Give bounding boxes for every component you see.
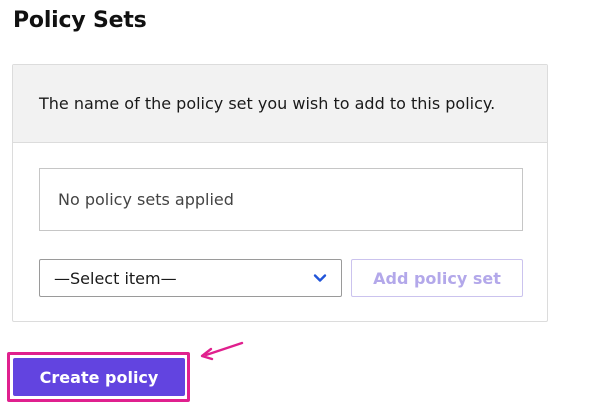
policy-sets-card: The name of the policy set you wish to a…: [12, 64, 548, 322]
arrow-icon: [200, 341, 244, 361]
policy-set-select[interactable]: —Select item—: [39, 259, 342, 297]
applied-policy-sets-list: No policy sets applied: [39, 168, 523, 231]
section-title: Policy Sets: [13, 8, 147, 33]
select-value: —Select item—: [54, 268, 177, 288]
chevron-down-icon: [313, 271, 327, 285]
card-description: The name of the policy set you wish to a…: [13, 65, 547, 143]
empty-state-text: No policy sets applied: [58, 190, 234, 209]
policy-sets-page: Policy Sets The name of the policy set y…: [0, 0, 592, 410]
create-policy-button[interactable]: Create policy: [13, 358, 185, 396]
add-policy-set-button[interactable]: Add policy set: [351, 259, 523, 297]
